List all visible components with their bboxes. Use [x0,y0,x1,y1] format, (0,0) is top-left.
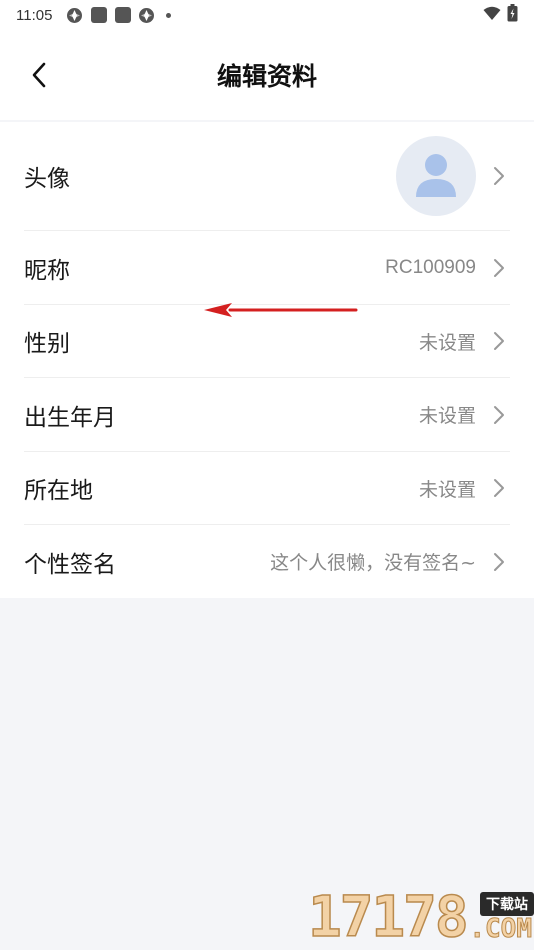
row-label: 头像 [24,166,70,192]
row-label: 个性签名 [24,551,116,578]
birth-date-value: 未设置 [418,405,476,427]
watermark-badge: 下载站 [480,892,534,916]
row-label: 出生年月 [24,404,116,431]
wifi-icon [483,6,501,25]
badge-icon [138,7,155,24]
profile-settings-list: 头像 昵称 RC100909 性别 未设置 出生年月 未设置 所在地 未设置 个… [0,122,534,598]
avatar[interactable] [396,136,476,216]
chevron-right-icon [488,165,510,187]
battery-icon [507,4,518,26]
chevron-right-icon [488,551,510,573]
watermark-digits: 17178 [307,885,469,950]
badge-icon [66,7,83,24]
gender-value: 未设置 [418,331,476,354]
system-icons [483,4,518,26]
notification-icons [66,7,172,24]
nickname-value: RC100909 [385,256,476,278]
chevron-right-icon [488,330,510,352]
page-title: 编辑资料 [216,62,317,91]
dot-icon [166,12,172,18]
nickname-row[interactable]: 昵称 RC100909 [24,231,510,305]
user-avatar-icon [416,154,456,197]
location-value: 未设置 [418,478,476,501]
row-label: 所在地 [24,478,93,504]
row-label: 昵称 [24,257,70,284]
chevron-right-icon [488,404,510,426]
birth-date-row[interactable]: 出生年月 未设置 [24,378,510,452]
watermark-suffix: .COM [469,914,533,945]
chevron-right-icon [488,257,510,279]
avatar-row[interactable]: 头像 [24,122,510,231]
location-row[interactable]: 所在地 未设置 [24,452,510,525]
app-square-icon [114,7,131,24]
status-bar: 11:05 [0,0,534,30]
edit-profile-screen: 11:05 编辑资料 头像 昵称 RC100909 性别 未设置 出生年月 未设… [0,0,534,950]
site-watermark: 17178 下载站 .COM [307,884,534,950]
status-time: 11:05 [16,6,53,24]
signature-value: 这个人很懒，没有签名~ [270,552,476,574]
row-label: 性别 [24,331,70,357]
annotation-arrow-icon [204,303,358,317]
app-square-icon [90,7,107,24]
signature-row[interactable]: 个性签名 这个人很懒，没有签名~ [24,525,510,598]
chevron-right-icon [488,477,510,499]
top-nav-bar: 编辑资料 [0,30,534,120]
